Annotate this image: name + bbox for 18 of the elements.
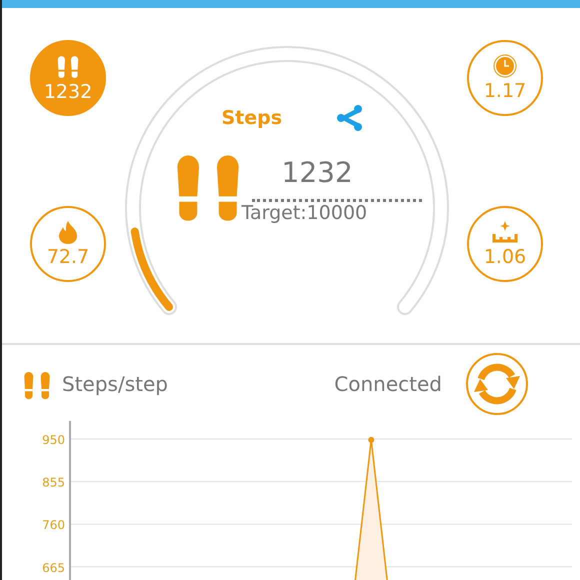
flame-icon	[57, 220, 79, 244]
axis-label: 950	[42, 432, 65, 447]
clock-icon	[493, 54, 517, 78]
scale-icon	[492, 220, 518, 244]
axis-label: 665	[42, 560, 65, 575]
step-count: 1232	[252, 146, 422, 202]
connection-status: Connected	[334, 372, 442, 396]
share-icon[interactable]	[336, 104, 364, 132]
stat-button[interactable]: 1.17	[467, 40, 543, 116]
axis-label: 855	[42, 476, 65, 490]
stat-button[interactable]: 72.7	[30, 206, 106, 282]
data-point	[368, 436, 374, 443]
stat-button[interactable]: 1.06	[467, 206, 543, 282]
gauge-title: Steps	[222, 107, 282, 129]
step-target: Target:10000	[242, 202, 368, 226]
chart-title: Steps/step	[62, 372, 169, 396]
axis-label: 760	[42, 518, 65, 532]
stat-button[interactable]: 1232	[30, 40, 106, 116]
